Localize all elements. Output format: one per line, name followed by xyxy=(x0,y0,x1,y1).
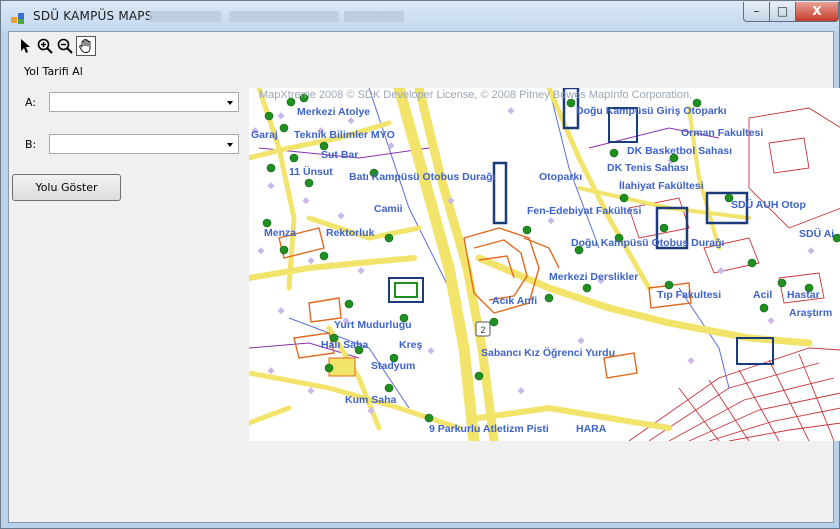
location-marker[interactable] xyxy=(266,163,276,173)
map-label[interactable]: Merkezi Atolye xyxy=(297,106,370,118)
location-marker[interactable] xyxy=(264,111,274,121)
map-label[interactable]: Sut Bar xyxy=(321,149,358,161)
background-tab-blur xyxy=(229,11,339,22)
app-window: SDÜ KAMPÜS MAPS – □ X Yol Tarifi Al A: B… xyxy=(0,0,840,529)
location-marker[interactable] xyxy=(304,178,314,188)
chevron-down-icon[interactable] xyxy=(227,101,233,105)
location-marker[interactable] xyxy=(384,233,394,243)
window-title: SDÜ KAMPÜS MAPS xyxy=(33,9,153,23)
route-heading: Yol Tarifi Al xyxy=(24,65,83,78)
map-label[interactable]: Kreş xyxy=(399,339,423,351)
map-label[interactable]: Halı Saha xyxy=(321,339,368,351)
road-number: 2 xyxy=(480,325,485,335)
location-marker[interactable] xyxy=(319,251,329,261)
campus-map[interactable]: 2 MapXtreme 2008 © SDK Developer License… xyxy=(249,88,840,441)
map-label[interactable]: Fen-Edebiyat Fakültesi xyxy=(527,205,641,217)
location-marker[interactable] xyxy=(777,278,787,288)
location-marker[interactable] xyxy=(659,223,669,233)
map-label[interactable]: Sabancı Kız Öğrenci Yurdu xyxy=(481,346,615,359)
map-label[interactable]: İlahiyat Fakültesi xyxy=(619,179,704,192)
map-label[interactable]: DK Tenis Sahası xyxy=(607,162,689,174)
map-label[interactable]: Menza xyxy=(264,227,296,239)
map-label[interactable]: Merkezi Derslikler xyxy=(549,271,638,283)
map-label[interactable]: 11 Ünsut xyxy=(289,165,333,178)
pointer-tool[interactable] xyxy=(15,36,35,56)
map-label[interactable]: 9 Parkurlu Atletizm Pisti xyxy=(429,423,549,435)
from-location-combo[interactable] xyxy=(49,92,239,112)
chevron-down-icon[interactable] xyxy=(227,143,233,147)
to-label: B: xyxy=(25,138,37,151)
background-tab-blur xyxy=(344,11,404,22)
map-label[interactable]: SDÜ Ai xyxy=(799,227,834,240)
location-marker[interactable] xyxy=(747,258,757,268)
location-marker[interactable] xyxy=(759,303,769,313)
map-label[interactable]: Rektorluk xyxy=(326,227,375,239)
road-number-badge: 2 xyxy=(475,321,491,337)
maximize-button[interactable]: □ xyxy=(769,2,796,22)
map-label[interactable]: Doğu Kampüsü Otobus Durağı xyxy=(571,237,724,249)
zoom-out-tool[interactable] xyxy=(55,36,75,56)
pointer-icon xyxy=(21,39,30,53)
location-marker[interactable] xyxy=(582,283,592,293)
to-location-combo[interactable] xyxy=(49,134,239,154)
location-marker[interactable] xyxy=(474,371,484,381)
map-label[interactable]: DK Basketbol Sahası xyxy=(627,145,732,157)
from-label: A: xyxy=(25,96,37,109)
map-label[interactable]: Acık Anfi xyxy=(492,295,537,307)
map-label[interactable]: Garaj xyxy=(251,129,278,141)
location-marker[interactable] xyxy=(279,123,289,133)
zoom-in-tool[interactable] xyxy=(35,36,55,56)
map-label[interactable]: Teknik Bilimler MYO xyxy=(294,129,395,141)
location-marker[interactable] xyxy=(619,193,629,203)
location-marker[interactable] xyxy=(664,280,674,290)
map-label[interactable]: Yurt Mudurlugu xyxy=(334,319,412,331)
form-client-area: Yol Tarifi Al A: B: Yolu Göster 2 MapXtr… xyxy=(8,31,840,523)
map-copyright: MapXtreme 2008 © SDK Developer License, … xyxy=(259,89,692,101)
pan-tool[interactable] xyxy=(76,36,96,56)
location-marker[interactable] xyxy=(609,148,619,158)
location-marker[interactable] xyxy=(384,383,394,393)
location-marker[interactable] xyxy=(489,317,499,327)
location-marker[interactable] xyxy=(544,293,554,303)
pan-hand-icon xyxy=(79,39,91,53)
minimize-button[interactable]: – xyxy=(743,2,770,22)
map-label[interactable]: Otoparkı xyxy=(539,171,582,183)
app-icon xyxy=(11,10,25,24)
zoom-out-icon xyxy=(57,38,73,54)
map-label[interactable]: Acil xyxy=(753,289,772,301)
map-label[interactable]: Tıp Fakultesi xyxy=(657,289,721,301)
title-bar[interactable]: SDÜ KAMPÜS MAPS – □ X xyxy=(1,1,839,31)
map-label[interactable]: Camii xyxy=(374,203,403,215)
location-marker[interactable] xyxy=(344,299,354,309)
map-label[interactable]: Stadyum xyxy=(371,360,415,372)
map-label[interactable]: Hastar xyxy=(787,289,820,301)
map-label[interactable]: Orman Fakultesi xyxy=(681,127,763,139)
map-canvas[interactable]: 2 MapXtreme 2008 © SDK Developer License… xyxy=(249,88,840,441)
map-label[interactable]: HARA xyxy=(576,423,607,435)
map-label[interactable]: Doğu Kampüsü Giriş Otoparkı xyxy=(576,105,727,117)
map-label[interactable]: Batı Kampüsü Otobus Durağı xyxy=(349,171,496,183)
map-label[interactable]: Kum Saha xyxy=(345,394,397,406)
location-marker[interactable] xyxy=(522,225,532,235)
map-label[interactable]: SDÜ AUH Otop xyxy=(731,198,806,211)
zoom-in-icon xyxy=(37,38,53,54)
location-marker[interactable] xyxy=(262,218,272,228)
location-marker[interactable] xyxy=(289,153,299,163)
show-route-button[interactable]: Yolu Göster xyxy=(12,174,121,201)
close-button[interactable]: X xyxy=(795,2,839,22)
location-marker[interactable] xyxy=(424,413,434,423)
background-tab-blur xyxy=(149,11,221,22)
location-marker[interactable] xyxy=(324,363,334,373)
location-marker[interactable] xyxy=(279,245,289,255)
map-label[interactable]: Araştırm xyxy=(789,307,832,319)
